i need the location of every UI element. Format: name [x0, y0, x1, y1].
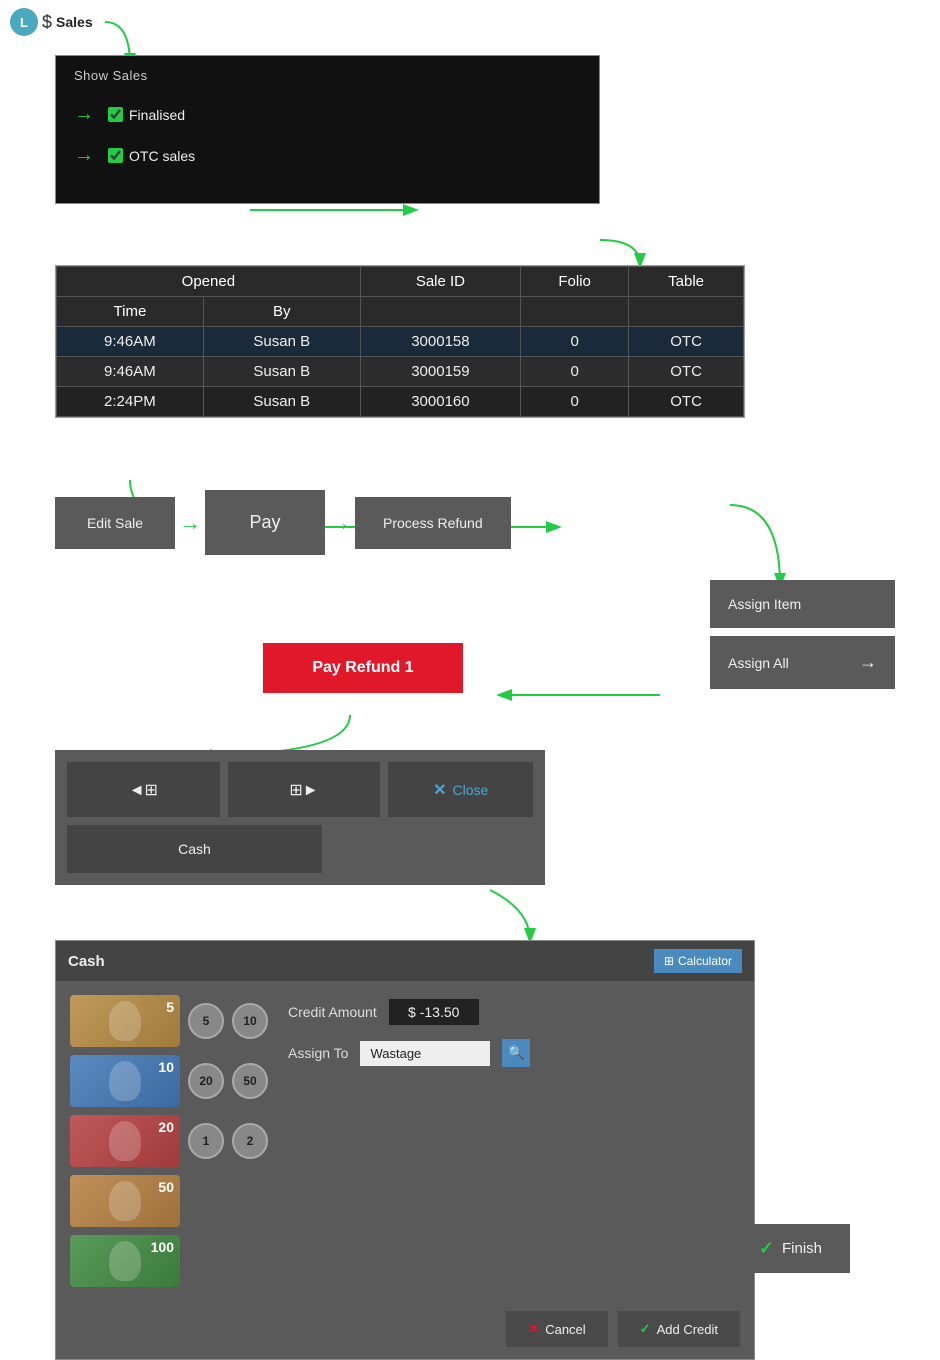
cash-footer: ✕ Cancel ✓ Add Credit	[56, 1301, 754, 1359]
nav-right-button[interactable]: ⊞►	[228, 762, 381, 817]
cell-sale-id: 3000159	[360, 357, 520, 387]
finalised-checkbox-label[interactable]: Finalised	[108, 107, 185, 123]
cell-table: OTC	[629, 357, 744, 387]
search-icon: 🔍	[508, 1045, 525, 1061]
coin-10-button[interactable]: 10	[232, 1003, 268, 1039]
pay-button[interactable]: Pay	[205, 490, 325, 555]
arrow-finalised: →	[74, 103, 94, 126]
finalised-checkbox[interactable]	[108, 107, 123, 122]
header-folio: Folio	[521, 267, 629, 297]
assign-all-button[interactable]: Assign All →	[710, 636, 895, 689]
show-sales-box: Show Sales → Finalised → OTC sales	[55, 55, 600, 204]
payment-empty	[330, 825, 533, 873]
credit-amount-label: Credit Amount	[288, 1004, 377, 1020]
table-row[interactable]: 9:46AM Susan B 3000159 0 OTC	[57, 357, 744, 387]
note-row-100: 100	[70, 1235, 268, 1287]
cash-body: 5 5 10 10 20 50 20 1 2	[56, 981, 754, 1301]
table-row[interactable]: 9:46AM Susan B 3000158 0 OTC	[57, 327, 744, 357]
otc-checkbox-label[interactable]: OTC sales	[108, 148, 195, 164]
arrow-otc: →	[74, 144, 94, 167]
credit-amount-row: Credit Amount $ -13.50	[288, 999, 740, 1025]
header-time: Time	[57, 297, 204, 327]
coin-2-button[interactable]: 2	[232, 1123, 268, 1159]
cell-sale-id: 3000160	[360, 387, 520, 417]
otc-row: → OTC sales	[74, 144, 581, 167]
cancel-button[interactable]: ✕ Cancel	[506, 1311, 607, 1347]
sales-table-container: Opened Sale ID Folio Table Time By 9:46A…	[55, 265, 745, 418]
nav-left-button[interactable]: ◄⊞	[67, 762, 220, 817]
close-button[interactable]: ✕ Close	[388, 762, 533, 817]
note-5[interactable]: 5	[70, 995, 180, 1047]
coin-1-button[interactable]: 1	[188, 1123, 224, 1159]
cell-folio: 0	[521, 327, 629, 357]
note-row-10: 10 20 50	[70, 1055, 268, 1107]
dollar-icon: $	[42, 12, 52, 33]
cell-time: 9:46AM	[57, 327, 204, 357]
sales-table: Opened Sale ID Folio Table Time By 9:46A…	[56, 266, 744, 417]
payment-nav-row: ◄⊞ ⊞► ✕ Close	[67, 762, 533, 817]
header-sale-id: Sale ID	[360, 267, 520, 297]
pay-refund-button[interactable]: Pay Refund 1	[263, 643, 463, 693]
assign-item-button[interactable]: Assign Item	[710, 580, 895, 628]
show-sales-title: Show Sales	[74, 68, 581, 83]
cell-table: OTC	[629, 387, 744, 417]
assign-to-search-button[interactable]: 🔍	[502, 1039, 530, 1067]
finish-button[interactable]: ✓ Finish	[731, 1224, 850, 1273]
cell-folio: 0	[521, 387, 629, 417]
note-10[interactable]: 10	[70, 1055, 180, 1107]
note-20[interactable]: 20	[70, 1115, 180, 1167]
calculator-button[interactable]: ⊞ Calculator	[654, 949, 742, 973]
table-row[interactable]: 2:24PM Susan B 3000160 0 OTC	[57, 387, 744, 417]
assign-group: Assign Item Assign All →	[710, 580, 895, 689]
cell-by: Susan B	[203, 387, 360, 417]
assign-to-input[interactable]	[360, 1041, 490, 1066]
coin-5-button[interactable]: 5	[188, 1003, 224, 1039]
cell-by: Susan B	[203, 357, 360, 387]
header-opened: Opened	[57, 267, 361, 297]
assign-to-label: Assign To	[288, 1045, 348, 1061]
cash-panel-title: Cash	[68, 953, 105, 970]
cash-button[interactable]: Cash	[67, 825, 322, 873]
cash-notes-col: 5 5 10 10 20 50 20 1 2	[70, 995, 268, 1287]
cash-panel: Cash ⊞ Calculator 5 5 10 10 20	[55, 940, 755, 1360]
cell-time: 9:46AM	[57, 357, 204, 387]
cell-table: OTC	[629, 327, 744, 357]
finalised-row: → Finalised	[74, 103, 581, 126]
arrow-pay: →	[179, 510, 201, 536]
finish-check-icon: ✓	[759, 1238, 774, 1259]
note-row-5: 5 5 10	[70, 995, 268, 1047]
note-50[interactable]: 50	[70, 1175, 180, 1227]
edit-sale-button[interactable]: Edit Sale	[55, 497, 175, 549]
arrow-process: →	[329, 510, 351, 536]
cash-right-col: Credit Amount $ -13.50 Assign To 🔍	[288, 995, 740, 1287]
assign-to-row: Assign To 🔍	[288, 1039, 740, 1067]
cell-by: Susan B	[203, 327, 360, 357]
coin-50-button[interactable]: 50	[232, 1063, 268, 1099]
add-credit-check-icon: ✓	[640, 1321, 651, 1337]
otc-checkbox[interactable]	[108, 148, 123, 163]
header-table: Table	[629, 267, 744, 297]
credit-amount-value: $ -13.50	[389, 999, 479, 1025]
cash-panel-header: Cash ⊞ Calculator	[56, 941, 754, 981]
cell-time: 2:24PM	[57, 387, 204, 417]
cell-sale-id: 3000158	[360, 327, 520, 357]
add-credit-button[interactable]: ✓ Add Credit	[618, 1311, 740, 1347]
note-row-20: 20 1 2	[70, 1115, 268, 1167]
cell-folio: 0	[521, 357, 629, 387]
cancel-x-icon: ✕	[528, 1321, 539, 1337]
coin-20-button[interactable]: 20	[188, 1063, 224, 1099]
payment-panel: ◄⊞ ⊞► ✕ Close Cash	[55, 750, 545, 885]
sales-label: Sales	[56, 14, 93, 30]
calculator-icon: ⊞	[664, 954, 674, 968]
process-refund-button[interactable]: Process Refund	[355, 497, 511, 549]
payment-method-row: Cash	[67, 825, 533, 873]
avatar: L	[10, 8, 38, 36]
action-buttons-row: Edit Sale → Pay → Process Refund	[55, 490, 511, 555]
header-by: By	[203, 297, 360, 327]
top-nav: L $ Sales	[10, 8, 93, 36]
note-row-50: 50	[70, 1175, 268, 1227]
note-100[interactable]: 100	[70, 1235, 180, 1287]
